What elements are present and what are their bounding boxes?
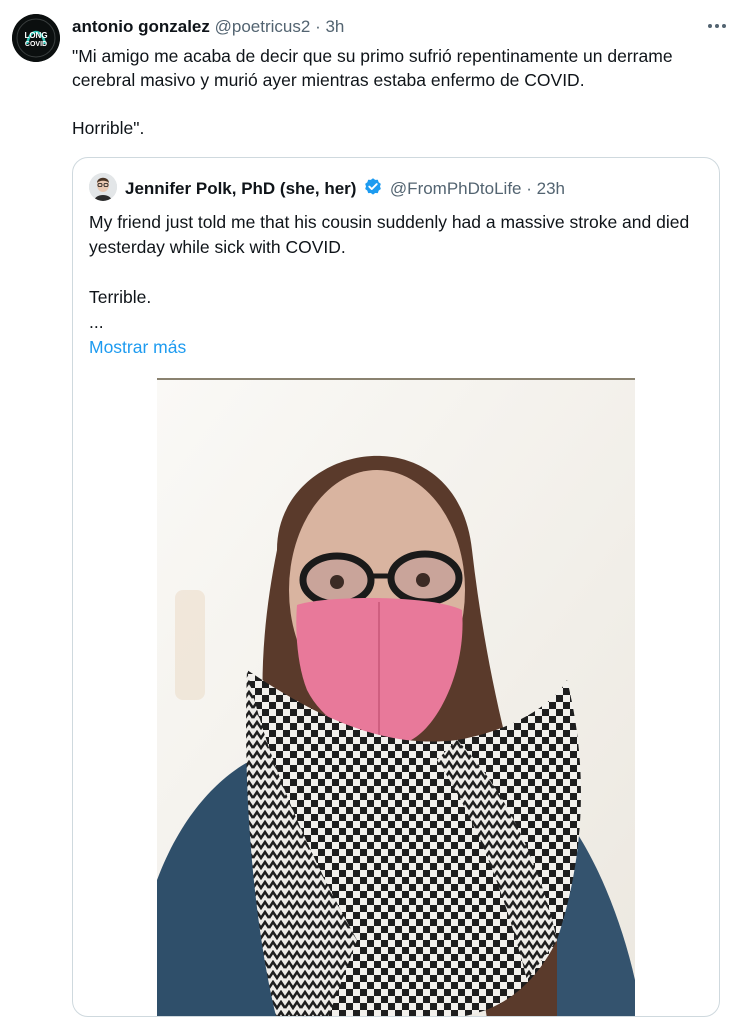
tweet-text-paragraph-2: Horrible". — [72, 118, 145, 138]
quoted-header: Jennifer Polk, PhD (she, her) @FromPhDto… — [125, 177, 565, 203]
quoted-author-name[interactable]: Jennifer Polk, PhD (she, her) — [125, 179, 356, 198]
quoted-text-ellipsis: ... — [89, 312, 104, 332]
quoted-text-paragraph-2: Terrible. — [89, 287, 152, 307]
avatar[interactable]: LONG COVID — [12, 14, 60, 62]
separator-dot: · — [315, 17, 321, 36]
avatar-text-top: LONG — [24, 31, 47, 40]
quoted-text: My friend just told me that his cousin s… — [89, 210, 699, 360]
show-more-link[interactable]: Mostrar más — [89, 335, 699, 360]
tweet-header: antonio gonzalez @poetricus2 · 3h — [72, 16, 728, 38]
quoted-separator-dot: · — [526, 179, 532, 198]
quoted-author-handle[interactable]: @FromPhDtoLife — [390, 179, 522, 198]
author-handle[interactable]: @poetricus2 — [215, 17, 311, 36]
long-covid-logo-icon: LONG COVID — [12, 14, 60, 62]
avatar-text-bottom: COVID — [25, 41, 47, 48]
tweet-timestamp[interactable]: 3h — [325, 17, 344, 36]
quoted-text-paragraph-1: My friend just told me that his cousin s… — [89, 212, 690, 257]
verified-badge-icon — [363, 177, 383, 203]
person-avatar-icon — [89, 173, 117, 201]
more-options-button[interactable] — [702, 14, 732, 38]
quoted-avatar[interactable] — [89, 173, 117, 201]
tweet-text: "Mi amigo me acaba de decir que su primo… — [72, 44, 732, 140]
quoted-photo[interactable] — [157, 378, 635, 1016]
quoted-timestamp[interactable]: 23h — [537, 179, 565, 198]
quoted-tweet[interactable]: Jennifer Polk, PhD (she, her) @FromPhDto… — [72, 157, 720, 1017]
tweet-text-paragraph-1: "Mi amigo me acaba de decir que su primo… — [72, 46, 673, 90]
author-name[interactable]: antonio gonzalez — [72, 17, 210, 36]
tweet[interactable]: LONG COVID antonio gonzalez @poetricus2 … — [0, 0, 752, 1017]
selfie-photo — [157, 380, 635, 1016]
ellipsis-icon — [708, 24, 726, 28]
